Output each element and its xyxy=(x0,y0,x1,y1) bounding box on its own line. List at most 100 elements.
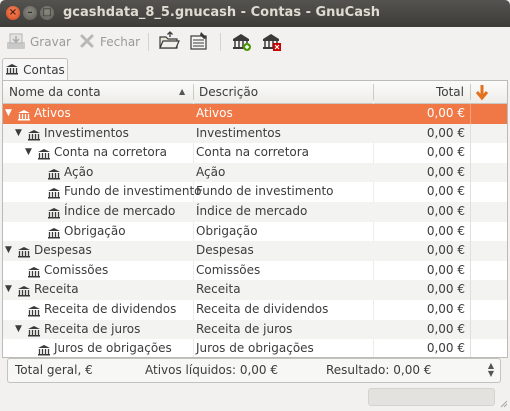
account-name: Ativos xyxy=(34,106,71,120)
account-description: Ativos xyxy=(196,106,233,120)
close-window-button[interactable]: × xyxy=(6,6,20,20)
table-row[interactable]: ▼ Despesas Despesas 0,00 € xyxy=(3,241,507,261)
expander-arrow-icon[interactable]: ▼ xyxy=(15,124,22,144)
close-icon xyxy=(78,32,96,53)
account-description: Investimentos xyxy=(196,125,281,140)
table-row[interactable]: Comissões Comissões 0,00 € xyxy=(3,260,507,281)
expander-arrow-icon[interactable]: ▼ xyxy=(5,241,12,261)
open-folder-icon xyxy=(158,30,180,54)
column-divider xyxy=(470,123,471,144)
column-divider xyxy=(470,221,471,242)
close-label: Fechar xyxy=(100,35,141,49)
account-name-cell[interactable]: Ação xyxy=(3,163,189,183)
account-name-cell[interactable]: Comissões xyxy=(3,261,189,281)
tab-bar: Contas xyxy=(0,57,510,81)
new-account-button[interactable] xyxy=(230,32,252,52)
column-divider xyxy=(470,280,471,300)
title-bar: × – □ gcashdata_8_5.gnucash - Contas - G… xyxy=(0,0,510,27)
account-total: 0,00 € xyxy=(426,243,465,258)
table-row[interactable]: ▼ Receita de juros Receita de juros 0,00 € xyxy=(3,319,507,340)
summary-net-assets: Ativos líquidos: 0,00 € xyxy=(145,363,279,377)
column-selector-button[interactable] xyxy=(475,81,495,103)
summary-result: Resultado: 0,00 € xyxy=(326,363,432,377)
table-row[interactable]: ▼ Investimentos Investimentos 0,00 € xyxy=(3,123,507,144)
account-total: 0,00 € xyxy=(426,106,465,120)
table-row[interactable]: ▼ Conta na corretora Conta na corretora 0,0… xyxy=(3,143,507,163)
maximize-window-button[interactable]: □ xyxy=(40,6,54,20)
column-divider xyxy=(470,319,471,340)
account-name-cell[interactable]: ▼ Receita xyxy=(3,280,189,300)
table-row[interactable]: Juros de obrigações Juros de obrigações 0,… xyxy=(3,339,507,357)
progress-bar xyxy=(368,388,495,406)
column-header-description[interactable]: Descrição xyxy=(199,81,369,103)
expander-arrow-icon[interactable]: ▼ xyxy=(5,280,12,300)
save-button[interactable]: Gravar xyxy=(6,32,71,52)
account-name: Ação xyxy=(64,164,94,179)
column-divider xyxy=(470,182,471,202)
expander-arrow-icon[interactable]: ▼ xyxy=(25,143,32,163)
account-name-cell[interactable]: ▼ Ativos xyxy=(3,104,189,124)
account-name-cell[interactable]: ▼ Investimentos xyxy=(3,124,189,144)
account-name-cell[interactable]: Índice de mercado xyxy=(3,202,189,222)
account-description: Conta na corretora xyxy=(196,145,310,160)
toolbar-separator xyxy=(148,33,149,51)
tab-label: Contas xyxy=(23,63,65,77)
account-name-cell[interactable]: ▼ Receita de juros xyxy=(3,320,189,340)
save-label: Gravar xyxy=(30,35,71,49)
column-header-total[interactable]: Total xyxy=(375,81,464,103)
table-row[interactable]: Receita de dividendos Receita de dividend… xyxy=(3,299,507,320)
account-name: Conta na corretora xyxy=(54,145,168,160)
account-name-cell[interactable]: Juros de obrigações xyxy=(3,339,189,357)
edit-account-icon xyxy=(188,31,210,54)
toolbar-separator xyxy=(220,33,221,51)
account-name: Despesas xyxy=(34,243,92,258)
expander-arrow-icon[interactable]: ▼ xyxy=(5,104,12,124)
summary-total-label: Total geral, € xyxy=(15,363,93,377)
account-description: Receita de juros xyxy=(196,321,293,336)
open-button[interactable] xyxy=(158,30,180,54)
account-description: Ação xyxy=(196,164,226,179)
account-description: Despesas xyxy=(196,243,254,258)
account-name-cell[interactable]: Receita de dividendos xyxy=(3,300,189,320)
account-name-cell[interactable]: Obrigação xyxy=(3,222,189,242)
sort-ascending-icon: ▲ xyxy=(179,87,186,96)
account-name: Juros de obrigações xyxy=(54,341,172,356)
close-button[interactable]: Fechar xyxy=(78,32,140,52)
table-row[interactable]: Fundo de investimento Fundo de investimen… xyxy=(3,182,507,202)
account-total: 0,00 € xyxy=(426,321,465,336)
account-name: Receita xyxy=(34,282,79,297)
account-total: 0,00 € xyxy=(426,282,465,297)
table-row[interactable]: Obrigação Obrigação 0,00 € xyxy=(3,221,507,242)
tab-accounts[interactable]: Contas xyxy=(2,58,68,81)
table-row[interactable]: ▼ Receita Receita 0,00 € xyxy=(3,280,507,300)
account-description: Índice de mercado xyxy=(196,203,308,218)
summary-bar[interactable]: Total geral, € Ativos líquidos: 0,00 € R… xyxy=(7,358,501,383)
account-description: Comissões xyxy=(196,262,261,277)
column-divider xyxy=(470,299,471,320)
account-name-cell[interactable]: Fundo de investimento xyxy=(3,182,201,202)
account-name-cell[interactable]: ▼ Despesas xyxy=(3,241,189,261)
account-description: Receita xyxy=(196,282,241,297)
account-tree: Nome da conta ▲ Descrição Total ▼ Ativos A… xyxy=(2,80,508,358)
account-name: Investimentos xyxy=(44,125,129,140)
account-description: Obrigação xyxy=(196,223,258,238)
table-row[interactable]: ▼ Ativos Ativos 0,00 € xyxy=(3,104,507,124)
edit-account-button[interactable] xyxy=(188,31,210,54)
column-header-name[interactable]: Nome da conta xyxy=(9,81,189,103)
account-total: 0,00 € xyxy=(426,184,465,199)
account-name: Comissões xyxy=(44,262,109,277)
resize-grip-icon[interactable] xyxy=(498,397,508,408)
account-total: 0,00 € xyxy=(426,341,465,356)
account-total: 0,00 € xyxy=(426,164,465,179)
account-total: 0,00 € xyxy=(426,203,465,218)
delete-account-button[interactable] xyxy=(260,32,282,52)
minimize-window-button[interactable]: – xyxy=(23,6,37,20)
delete-account-icon xyxy=(260,31,282,54)
account-description: Fundo de investimento xyxy=(196,184,334,199)
account-total: 0,00 € xyxy=(426,262,465,277)
table-row[interactable]: Ação Ação 0,00 € xyxy=(3,162,507,183)
toolbar: Gravar Fechar xyxy=(0,27,510,57)
table-row[interactable]: Índice de mercado Índice de mercado 0,00 € xyxy=(3,201,507,222)
expander-arrow-icon[interactable]: ▼ xyxy=(15,320,22,340)
account-name-cell[interactable]: ▼ Conta na corretora xyxy=(3,143,189,163)
